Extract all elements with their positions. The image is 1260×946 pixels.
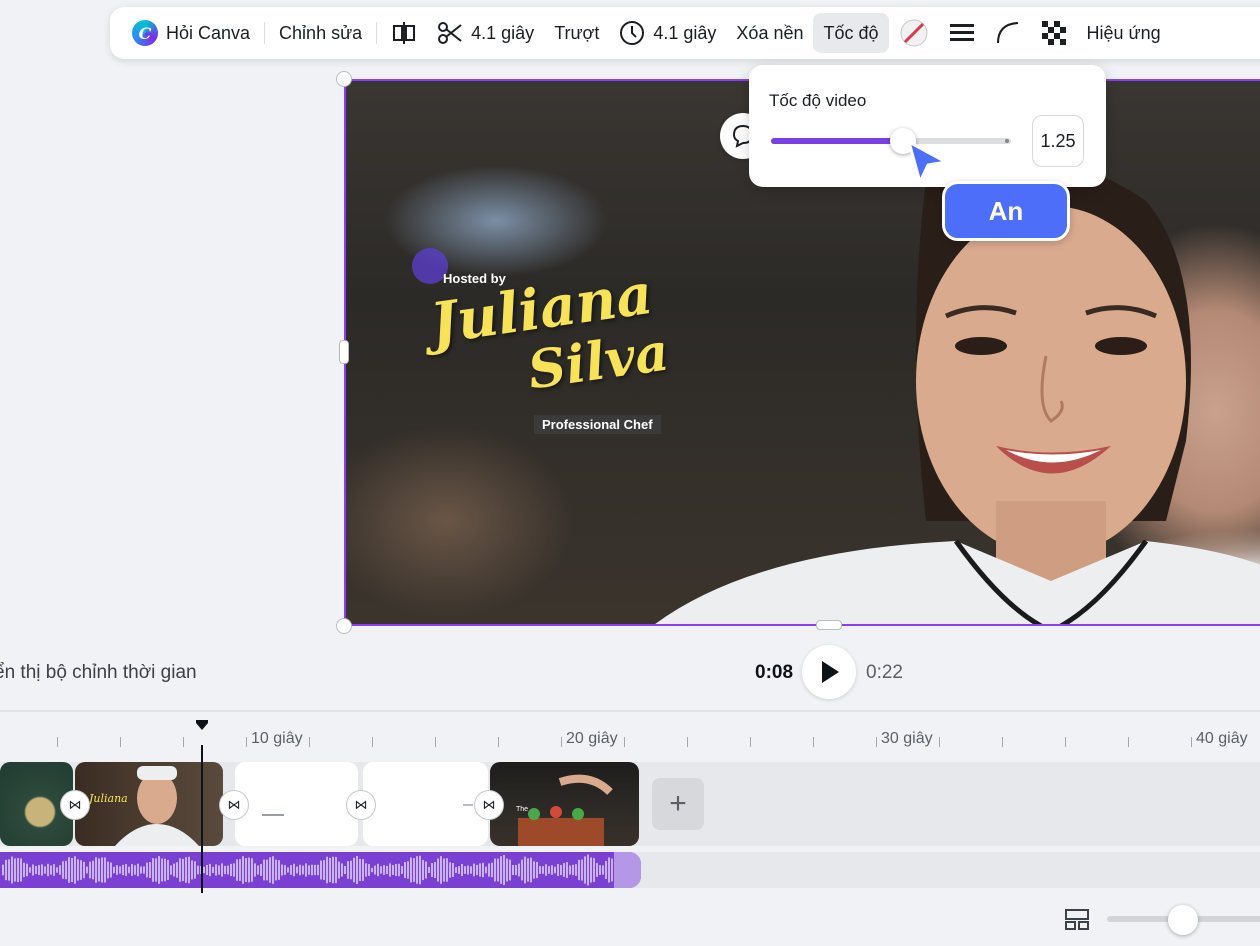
audio-fade-region[interactable] [614, 852, 641, 888]
timeline-clip-5[interactable]: The [490, 762, 639, 846]
transition-button-3[interactable]: ⋈ [346, 790, 376, 820]
show-timing-editor-link[interactable]: ển thị bộ chỉnh thời gian [0, 662, 197, 684]
speed-popover-title: Tốc độ video [769, 91, 867, 110]
speed-label: Tốc độ [823, 22, 879, 43]
ask-canva-label: Hỏi Canva [166, 22, 251, 43]
transition-button-2[interactable]: ⋈ [219, 790, 249, 820]
add-clip-button[interactable]: + [652, 778, 704, 830]
split-duration-label: 4.1 giây [471, 22, 535, 43]
toolbar-divider [264, 22, 266, 44]
resize-handle-bottom-left[interactable] [336, 618, 352, 634]
total-time: 0:22 [866, 662, 903, 683]
resize-handle-bottom[interactable] [816, 620, 842, 630]
subtitle-text[interactable]: Professional Chef [534, 415, 661, 434]
timeline-view-icon[interactable] [1064, 908, 1090, 932]
timeline-ruler[interactable]: 10 giây 20 giây 30 giây 40 giây [0, 716, 1260, 756]
play-button[interactable] [802, 645, 856, 699]
speed-button[interactable]: Tốc độ [813, 13, 889, 53]
editor-toolbar: C Hỏi Canva Chỉnh sửa 4.1 giây Trượt 4.1… [110, 7, 1260, 59]
edit-label: Chỉnh sửa [279, 22, 363, 43]
color-button[interactable] [889, 13, 939, 53]
timeline-zoom-thumb[interactable] [1168, 905, 1198, 935]
clip-5-caption: The [516, 806, 529, 813]
transition-icon: ⋈ [482, 797, 496, 812]
timeline-divider [0, 710, 1260, 712]
current-time: 0:08 [755, 662, 794, 683]
play-icon [822, 661, 839, 683]
resize-handle-left[interactable] [339, 340, 349, 364]
slide-button[interactable]: Trượt [544, 13, 609, 53]
timeline-clip-4[interactable] [363, 762, 488, 846]
remove-background-button[interactable]: Xóa nền [726, 13, 813, 53]
ask-canva-button[interactable]: C Hỏi Canva [122, 13, 260, 53]
corner-rounding-button[interactable] [985, 13, 1031, 53]
speed-slider-end-marker [1005, 139, 1009, 143]
slide-label: Trượt [554, 22, 600, 43]
ruler-label-40s: 40 giây [1196, 730, 1248, 747]
ruler-label-20s: 20 giây [566, 730, 618, 747]
split-button[interactable]: 4.1 giây [427, 13, 544, 53]
speed-value-input[interactable]: 1.25 [1032, 115, 1084, 167]
playhead-marker-icon[interactable] [195, 719, 209, 731]
timer-duration-label: 4.1 giây [653, 22, 717, 43]
edit-button[interactable]: Chỉnh sửa [269, 13, 372, 53]
transition-button-4[interactable]: ⋈ [474, 790, 504, 820]
playhead[interactable] [201, 745, 203, 893]
plus-icon: + [669, 787, 687, 820]
transition-icon: ⋈ [68, 797, 82, 812]
collaborator-cursor-icon [907, 140, 948, 184]
scissors-icon [437, 21, 463, 45]
audio-waveform [2, 854, 613, 886]
remove-background-label: Xóa nền [736, 22, 804, 43]
flip-button[interactable] [381, 13, 427, 53]
corner-icon [995, 20, 1021, 46]
transition-button-1[interactable]: ⋈ [60, 790, 90, 820]
no-color-icon [899, 18, 929, 48]
audio-clip[interactable] [0, 852, 641, 888]
transparency-icon [1041, 20, 1067, 46]
canva-logo-icon: C [132, 20, 158, 46]
ruler-label-30s: 30 giây [881, 730, 933, 747]
transition-icon: ⋈ [354, 797, 368, 812]
resize-handle-top-left[interactable] [336, 71, 352, 87]
speed-slider[interactable] [771, 128, 1011, 154]
flip-icon [391, 21, 417, 45]
lines-icon [949, 22, 975, 44]
effects-label: Hiệu ứng [1086, 22, 1161, 43]
clip-2-caption: Juliana [89, 792, 128, 805]
clock-icon [619, 20, 645, 46]
transition-icon: ⋈ [227, 797, 241, 812]
transparency-button[interactable] [1031, 13, 1077, 53]
timing-button[interactable]: 4.1 giây [609, 13, 726, 53]
ruler-label-10s: 10 giây [251, 730, 303, 747]
speed-slider-fill [771, 138, 903, 144]
collaborator-name-tag: An [942, 181, 1070, 241]
clip-5-thumbnail [518, 774, 613, 846]
effects-button[interactable]: Hiệu ứng [1077, 13, 1171, 53]
border-style-button[interactable] [939, 13, 985, 53]
timeline-clip-3[interactable] [235, 762, 358, 846]
toolbar-divider [376, 22, 378, 44]
